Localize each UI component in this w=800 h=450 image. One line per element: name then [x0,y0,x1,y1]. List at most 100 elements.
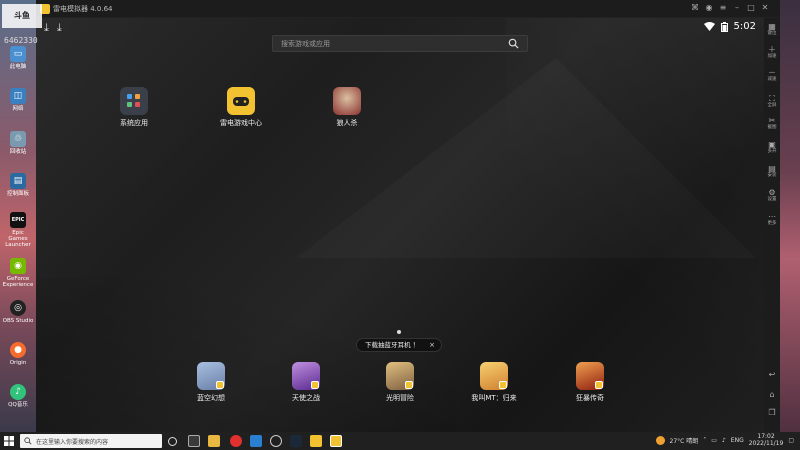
recycle-bin-icon: ♲ [10,131,26,147]
close-icon[interactable]: ✕ [760,3,770,13]
weather-icon [655,435,665,445]
taskbar-search-input[interactable]: 在这里输入你要搜索的内容 [20,434,162,448]
weather-text[interactable]: 27°C 晴朗 [670,436,699,445]
volume-up-icon: ＋ [768,45,776,54]
berserk-legend-icon [576,362,604,390]
desktop-right-area [780,0,800,432]
recents-icon: ❐ [768,408,776,417]
douyu-logo: 斗鱼 [2,4,42,28]
mt-return-icon [480,362,508,390]
epic-games-icon: EPIC [10,212,26,228]
emulator-toolbar: ▦ 键位 ＋加速 －减速 ⛶ 全屏 ✂ 截图 ▣ 多开 ▤ 安装 ⚙ 设置 ⋯ 更多 ↩ ⌂ … [764,18,780,432]
desktop-icon-obs[interactable]: ◎ OBS Studio [2,300,34,324]
desktop-icon-network[interactable]: ◫ 网络 [2,88,34,112]
light-adventure-icon [386,362,414,390]
search-input[interactable]: 搜索游戏或应用 [272,35,528,52]
scissors-icon: ✂ [768,116,776,125]
window-title: 雷电模拟器 4.0.64 [53,5,113,13]
toolbar-screenshot[interactable]: ✂ 截图 [764,116,780,130]
origin-icon: ● [10,342,26,358]
gamepad-icon [227,87,255,115]
more-icon: ⋯ [768,212,776,221]
desktop-icon-qq-music[interactable]: ♪ QQ音乐 [2,384,34,408]
netease-music-icon[interactable] [230,435,242,447]
screen-root: ▭ 此电脑 ◫ 网络 ♲ 回收站 ▤ 控制面板 EPIC Epic Games … [0,0,800,450]
android-recents-button[interactable]: ❐ [764,408,780,417]
status-time: 5:02 [733,21,756,32]
steam-icon[interactable] [290,435,302,447]
desktop-icon-origin[interactable]: ● Origin [2,342,34,366]
language-indicator[interactable]: ENG [731,437,744,444]
werewolf-game-icon [333,87,361,115]
system-tray: 27°C 晴朗 ˄ ▭ ♪ ENG 17:02 2022/11/19 ▢ [655,433,794,447]
tooltip-close-icon[interactable]: × [429,339,435,351]
desktop-icon-epic-games[interactable]: EPIC Epic Games Launcher [2,212,34,248]
file-explorer-icon[interactable] [208,435,220,447]
menu-icon[interactable]: ≡ [718,3,728,13]
app-angel-war[interactable]: 天使之战 [276,362,336,403]
gamepad-icon[interactable]: ⌘ [690,3,700,13]
ldplayer-active-icon[interactable] [330,435,342,447]
obs-taskbar-icon[interactable] [270,435,282,447]
computer-icon: ▭ [10,46,26,62]
status-bar: 5:02 [703,21,756,32]
app-ld-game-center[interactable]: 雷电游戏中心 [211,87,271,128]
app-blue-sky-fantasy[interactable]: 蓝空幻想 [181,362,241,403]
app-system-apps[interactable]: 系统应用 [104,87,164,128]
network-tray-icon[interactable]: ▭ [711,437,717,444]
promo-tooltip[interactable]: 下载抽蓝牙耳机 ！ × [356,338,442,352]
desktop-icon-this-pc[interactable]: ▭ 此电脑 [2,46,34,70]
wallpaper-facet [36,278,456,432]
user-icon[interactable]: ◉ [704,3,714,13]
desktop-icon-geforce[interactable]: ◉ GeForce Experience [2,258,34,288]
minimize-icon[interactable]: – [732,3,742,13]
app-werewolf[interactable]: 狼人杀 [317,87,377,128]
back-arrow-icon: ↩ [768,370,776,379]
nvidia-icon: ◉ [10,258,26,274]
windows-start-icon[interactable] [4,436,14,446]
toolbar-keymap[interactable]: ▦ 键位 [764,22,780,36]
toolbar-slow-down[interactable]: －减速 [764,68,780,82]
toolbar-more[interactable]: ⋯ 更多 [764,212,780,226]
toolbar-settings[interactable]: ⚙ 设置 [764,188,780,202]
android-home-button[interactable]: ⌂ [764,390,780,399]
ldplayer-taskbar-icon[interactable] [310,435,322,447]
home-icon: ⌂ [769,390,775,399]
toolbar-fullscreen[interactable]: ⛶ 全屏 [764,94,780,108]
blue-sky-fantasy-icon [197,362,225,390]
app-berserk-legend[interactable]: 狂暴传奇 [560,362,620,403]
search-icon[interactable] [508,38,519,49]
obs-icon: ◎ [10,300,26,316]
network-icon: ◫ [10,88,26,104]
taskbar-clock[interactable]: 17:02 2022/11/19 [749,433,784,447]
toolbar-multi-instance[interactable]: ▣ 多开 [764,140,780,154]
android-back-button[interactable]: ↩ [764,370,780,379]
volume-down-icon: － [768,68,776,77]
volume-icon[interactable]: ♪ [722,437,726,444]
stream-watermark: 斗鱼 6462330 [0,0,46,46]
notification-icons: ⤓ ⤓ [44,21,62,35]
emulator-window: 雷电模拟器 4.0.64 ⌘ ◉ ≡ – □ ✕ ⤓ ⤓ 5:02 搜索游戏或应… [36,0,780,432]
task-view-icon[interactable] [188,435,200,447]
toolbar-speed-up[interactable]: ＋加速 [764,45,780,59]
room-number: 6462330 [4,36,38,45]
toolbar-install[interactable]: ▤ 安装 [764,164,780,178]
app-mt-return[interactable]: 我叫MT：归来 [464,362,524,403]
maximize-icon[interactable]: □ [746,3,756,13]
qq-music-icon: ♪ [10,384,26,400]
search-placeholder: 搜索游戏或应用 [281,40,330,48]
cortana-icon[interactable] [168,437,177,446]
notification-icon[interactable]: ▢ [788,437,794,444]
page-indicator [397,330,401,334]
desktop-icon-control-panel[interactable]: ▤ 控制面板 [2,173,34,197]
app-window-icon[interactable] [250,435,262,447]
chevron-up-icon[interactable]: ˄ [703,437,706,444]
desktop-icon-recycle-bin[interactable]: ♲ 回收站 [2,131,34,155]
android-screen: ⤓ ⤓ 5:02 搜索游戏或应用 系统应用 雷电游戏中心 狼人杀 下载抽蓝牙耳机… [36,18,764,432]
install-icon: ▤ [768,164,776,173]
battery-icon [720,21,728,32]
control-panel-icon: ▤ [10,173,26,189]
gear-icon: ⚙ [768,188,776,197]
system-apps-icon [120,87,148,115]
app-light-adventure[interactable]: 光明冒险 [370,362,430,403]
